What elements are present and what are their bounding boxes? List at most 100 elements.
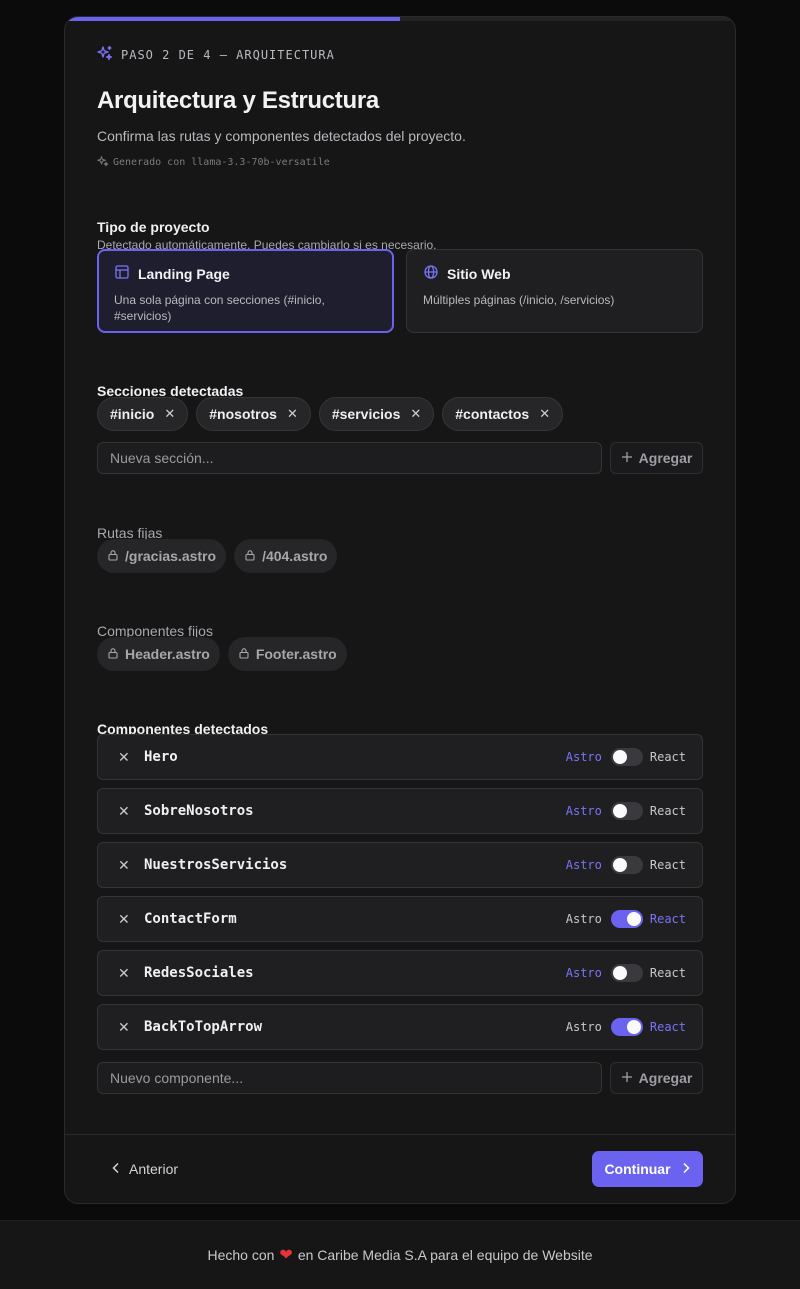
fixed-component-chip: Header.astro (97, 637, 220, 671)
fixed-route-chip: /404.astro (234, 539, 338, 573)
add-component-button[interactable]: Agregar (610, 1062, 703, 1094)
previous-label: Anterior (129, 1161, 179, 1177)
step-indicator: PASO 2 DE 4 — ARQUITECTURA (97, 45, 335, 64)
astro-label: Astro (565, 750, 602, 764)
continue-label: Continuar (604, 1161, 671, 1177)
type-option-label: Sitio Web (447, 265, 511, 282)
astro-label: Astro (565, 858, 602, 872)
remove-component-icon[interactable]: ✕ (118, 911, 144, 928)
sparkles-icon (97, 45, 113, 64)
card-divider (65, 1134, 735, 1135)
wizard-card: PASO 2 DE 4 — ARQUITECTURA Arquitectura … (64, 16, 736, 1204)
section-chip-label: #nosotros (209, 406, 277, 422)
chevron-right-icon (681, 1161, 691, 1177)
remove-icon[interactable]: ✕ (287, 406, 298, 422)
sparkles-small-icon (97, 155, 109, 170)
type-option-label: Landing Page (138, 265, 230, 282)
fixed-components-list: Header.astro Footer.astro (97, 637, 347, 671)
fixed-route-label: /404.astro (262, 548, 328, 564)
type-option-desc: Una sola página con secciones (#inicio, … (114, 293, 325, 323)
add-section-button[interactable]: Agregar (610, 442, 703, 474)
layout-icon (114, 264, 130, 283)
add-section-label: Agregar (638, 450, 693, 466)
lock-icon (107, 646, 119, 662)
footer-suffix: en Caribe Media S.A para el equipo de We… (297, 1247, 593, 1263)
new-section-input[interactable]: Nueva sección... (97, 442, 602, 474)
section-chip-label: #inicio (110, 406, 155, 422)
detected-components-list: ✕ Hero Astro React ✕ SobreNosotros Astro… (97, 734, 703, 1058)
component-row: ✕ Hero Astro React (97, 734, 703, 780)
site-footer: Hecho con ❤ en Caribe Media S.A para el … (0, 1220, 800, 1289)
section-chip-label: #servicios (331, 406, 401, 422)
component-row: ✕ NuestrosServicios Astro React (97, 842, 703, 888)
astro-label: Astro (565, 1020, 602, 1034)
fixed-component-label: Header.astro (125, 646, 210, 662)
component-name: SobreNosotros (144, 803, 254, 819)
globe-icon (423, 264, 439, 283)
progress-bar (65, 17, 735, 21)
section-chip-label: #contactos (455, 406, 530, 422)
progress-fill (65, 17, 400, 21)
lock-icon (238, 646, 250, 662)
framework-toggle[interactable] (610, 748, 643, 766)
generated-label: Generado con llama-3.3-70b-versatile (113, 157, 330, 168)
type-option-sitio-web[interactable]: Sitio Web Múltiples páginas (/inicio, /s… (406, 249, 703, 333)
component-name: NuestrosServicios (144, 857, 288, 873)
footer-prefix: Hecho con (207, 1247, 275, 1263)
remove-icon[interactable]: ✕ (164, 406, 175, 422)
component-row: ✕ BackToTopArrow Astro React (97, 1004, 703, 1050)
astro-label: Astro (565, 804, 602, 818)
react-label: React (649, 912, 686, 926)
framework-toggle[interactable] (610, 910, 643, 928)
chevron-left-icon (111, 1161, 121, 1177)
remove-component-icon[interactable]: ✕ (118, 803, 144, 820)
component-row: ✕ RedesSociales Astro React (97, 950, 703, 996)
plus-icon (621, 1070, 633, 1086)
sections-list: #inicio ✕ #nosotros ✕ #servicios ✕ #cont… (97, 397, 564, 431)
remove-component-icon[interactable]: ✕ (118, 749, 144, 766)
lock-icon (244, 548, 256, 564)
component-row: ✕ ContactForm Astro React (97, 896, 703, 942)
component-row: ✕ SobreNosotros Astro React (97, 788, 703, 834)
type-option-landing-page[interactable]: Landing Page Una sola página con seccion… (97, 249, 394, 333)
continue-button[interactable]: Continuar (592, 1151, 703, 1187)
remove-icon[interactable]: ✕ (539, 406, 550, 422)
heart-icon: ❤ (279, 1247, 293, 1264)
fixed-component-chip: Footer.astro (227, 637, 347, 671)
new-component-input[interactable]: Nuevo componente... (97, 1062, 602, 1094)
section-chip: #servicios ✕ (318, 397, 435, 431)
page-title: Arquitectura y Estructura (97, 87, 379, 114)
framework-toggle[interactable] (610, 964, 643, 982)
react-label: React (649, 750, 686, 764)
add-component-label: Agregar (638, 1070, 693, 1086)
framework-toggle[interactable] (610, 802, 643, 820)
section-chip: #inicio ✕ (97, 397, 189, 431)
lock-icon (107, 548, 119, 564)
react-label: React (649, 966, 686, 980)
react-label: React (649, 804, 686, 818)
component-name: BackToTopArrow (144, 1019, 263, 1035)
fixed-route-label: /gracias.astro (125, 548, 217, 564)
framework-toggle[interactable] (610, 1018, 643, 1036)
react-label: React (649, 858, 686, 872)
type-option-desc: Múltiples páginas (/inicio, /servicios) (423, 293, 615, 307)
step-label: PASO 2 DE 4 — ARQUITECTURA (121, 47, 335, 62)
component-name: Hero (144, 749, 178, 765)
fixed-component-label: Footer.astro (255, 646, 337, 662)
previous-button[interactable]: Anterior (111, 1161, 178, 1177)
framework-toggle[interactable] (610, 856, 643, 874)
remove-icon[interactable]: ✕ (410, 406, 421, 422)
component-name: ContactForm (144, 911, 237, 927)
component-name: RedesSociales (144, 965, 254, 981)
remove-component-icon[interactable]: ✕ (118, 965, 144, 982)
remove-component-icon[interactable]: ✕ (118, 857, 144, 874)
fixed-routes-list: /gracias.astro /404.astro (97, 539, 338, 573)
astro-label: Astro (565, 966, 602, 980)
project-type-heading: Tipo de proyecto (97, 219, 210, 235)
remove-component-icon[interactable]: ✕ (118, 1019, 144, 1036)
section-chip: #contactos ✕ (442, 397, 564, 431)
astro-label: Astro (565, 912, 602, 926)
fixed-route-chip: /gracias.astro (97, 539, 227, 573)
page-subtitle: Confirma las rutas y componentes detecta… (97, 128, 466, 144)
section-chip: #nosotros ✕ (196, 397, 311, 431)
